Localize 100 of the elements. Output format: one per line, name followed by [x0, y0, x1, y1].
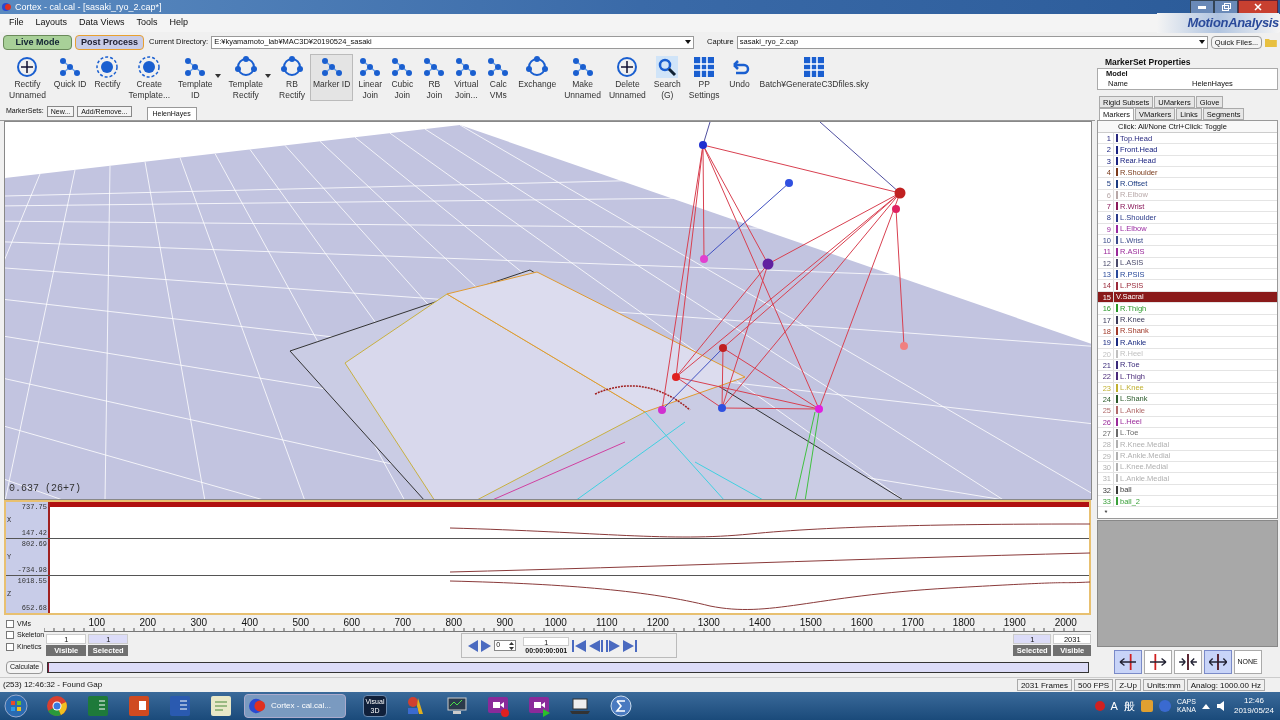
- expand-arrow-icon: [1208, 654, 1227, 670]
- ruler-label: 100: [87, 616, 107, 630]
- toolbar-button[interactable]: Delete Unnamed: [606, 54, 649, 101]
- document-icon[interactable]: [168, 694, 192, 718]
- ruler-label: 300: [189, 616, 209, 630]
- last-frame-icon[interactable]: [623, 639, 638, 652]
- toolbar-button[interactable]: Create Template...: [125, 54, 173, 101]
- toolbar-button[interactable]: Template ID: [175, 54, 224, 101]
- slides-icon[interactable]: [127, 694, 151, 718]
- status-message: (253) 12:46:32 - Found Gap: [3, 679, 104, 691]
- target-icon: [95, 55, 120, 79]
- brand-logo: MotionAnalysis: [1157, 13, 1279, 33]
- ruler-label: 1200: [645, 616, 670, 630]
- toolbar-button[interactable]: RB Rectify: [276, 54, 308, 101]
- ruler-label: 700: [393, 616, 413, 630]
- marker-view-button[interactable]: [1113, 650, 1142, 674]
- minimize-button[interactable]: [1190, 0, 1214, 14]
- maximize-button[interactable]: [1214, 0, 1238, 14]
- right-arrow-icon: [1148, 654, 1167, 670]
- toolbar-button[interactable]: RB Join: [419, 54, 450, 101]
- toolbar-button[interactable]: Linear Join: [355, 54, 386, 101]
- toolbar-button[interactable]: Undo: [724, 54, 755, 101]
- toolbar-button[interactable]: Virtual Join...: [451, 54, 482, 101]
- app-logo-icon: [2, 2, 12, 12]
- marker-view-button[interactable]: [1203, 650, 1232, 674]
- spreadsheet-icon[interactable]: [86, 694, 110, 718]
- toolbar-button[interactable]: Quick ID: [50, 54, 90, 101]
- toolbar-button[interactable]: Batch¥GenerateC3Dfiles.sky: [756, 54, 872, 101]
- toolbar-button[interactable]: Cubic Join: [387, 54, 418, 101]
- toolbar-button[interactable]: Exchange: [515, 54, 560, 101]
- search-icon: [655, 55, 680, 79]
- toolbar-button[interactable]: Search (G): [650, 54, 684, 101]
- dots-icon: [58, 55, 83, 79]
- status-field: Units:mm: [1142, 679, 1185, 691]
- dots-icon: [183, 55, 208, 79]
- left-arrow-icon: [1118, 654, 1137, 670]
- menu-item[interactable]: Data Views: [74, 16, 130, 30]
- target-icon: [137, 55, 162, 79]
- dots-icon: [570, 55, 595, 79]
- menu-item[interactable]: File: [4, 16, 29, 30]
- previous-frame-icon[interactable]: [468, 639, 479, 652]
- ruler-label: 200: [138, 616, 158, 630]
- dots-icon: [319, 55, 344, 79]
- cross-circle-icon: [615, 55, 640, 79]
- dropdown-caret-icon: [1198, 40, 1205, 44]
- checkbox[interactable]: [6, 642, 14, 651]
- menu-item[interactable]: Help: [164, 16, 193, 30]
- toolbar-button[interactable]: Rectify: [91, 54, 124, 101]
- start-button-icon[interactable]: [4, 694, 28, 718]
- tray-icon[interactable]: [1140, 700, 1153, 712]
- chevron-up-icon[interactable]: [1201, 703, 1210, 709]
- play-icon[interactable]: [606, 639, 621, 652]
- mode-button[interactable]: Live Mode: [3, 34, 72, 50]
- status-field: Analog: 1000.00 Hz: [1186, 679, 1265, 691]
- close-icon: [1254, 3, 1262, 11]
- sigma-icon[interactable]: [609, 694, 633, 718]
- ruler-label: 1400: [747, 616, 772, 630]
- browser-icon[interactable]: [45, 694, 69, 718]
- checkbox[interactable]: [6, 619, 14, 628]
- status-field: 2031 Frames: [1016, 679, 1072, 691]
- step-back-icon[interactable]: [589, 639, 604, 652]
- next-frame-icon[interactable]: [481, 639, 492, 652]
- ruler-label: 1500: [798, 616, 823, 630]
- ime-mode[interactable]: 般: [1123, 697, 1135, 715]
- app-logo-icon: [249, 697, 267, 715]
- mode-button[interactable]: Post Process: [75, 34, 144, 50]
- ime-mode[interactable]: A: [1110, 697, 1118, 715]
- ring-icon: [233, 55, 258, 79]
- grid-icon: [802, 55, 827, 79]
- toolbar-button[interactable]: Template Rectify: [225, 54, 274, 101]
- status-field: Z-Up: [1115, 679, 1141, 691]
- video-camera-icon[interactable]: [486, 694, 510, 718]
- toolbar-button[interactable]: Marker ID: [310, 54, 354, 101]
- dropdown-caret-icon: [214, 74, 221, 78]
- panel-title: MarkerSet Properties: [1104, 56, 1192, 68]
- dots-icon: [358, 55, 383, 79]
- ruler-label: 800: [444, 616, 464, 630]
- cross-circle-icon: [15, 55, 40, 79]
- marker-view-button[interactable]: [1143, 650, 1172, 674]
- toolbar-button[interactable]: Rectify Unnamed: [6, 54, 49, 101]
- toolbar-button[interactable]: Calc VMs: [483, 54, 514, 101]
- menu-item[interactable]: Tools: [131, 16, 163, 30]
- video-camera-icon[interactable]: [527, 694, 551, 718]
- dropdown-caret-icon: [685, 40, 692, 44]
- dropdown-caret-icon: [265, 74, 271, 78]
- ruler-label: 1100: [595, 616, 619, 630]
- menu-item[interactable]: Layouts: [30, 16, 73, 30]
- checkbox[interactable]: [6, 631, 14, 640]
- toolbar-button[interactable]: PP Settings: [685, 54, 723, 101]
- close-button[interactable]: [1238, 0, 1278, 14]
- ruler-label: 400: [240, 616, 260, 630]
- dots-icon: [422, 55, 447, 79]
- ruler-label: 1700: [900, 616, 925, 630]
- ruler-label: 1900: [1002, 616, 1027, 630]
- toolbar-button[interactable]: Make Unnamed: [561, 54, 604, 101]
- marker-view-button[interactable]: [1173, 650, 1202, 674]
- first-frame-icon[interactable]: [572, 639, 587, 652]
- ruler-label: 500: [291, 616, 311, 630]
- notepad-icon[interactable]: [209, 694, 233, 718]
- minimize-icon: [1198, 5, 1206, 9]
